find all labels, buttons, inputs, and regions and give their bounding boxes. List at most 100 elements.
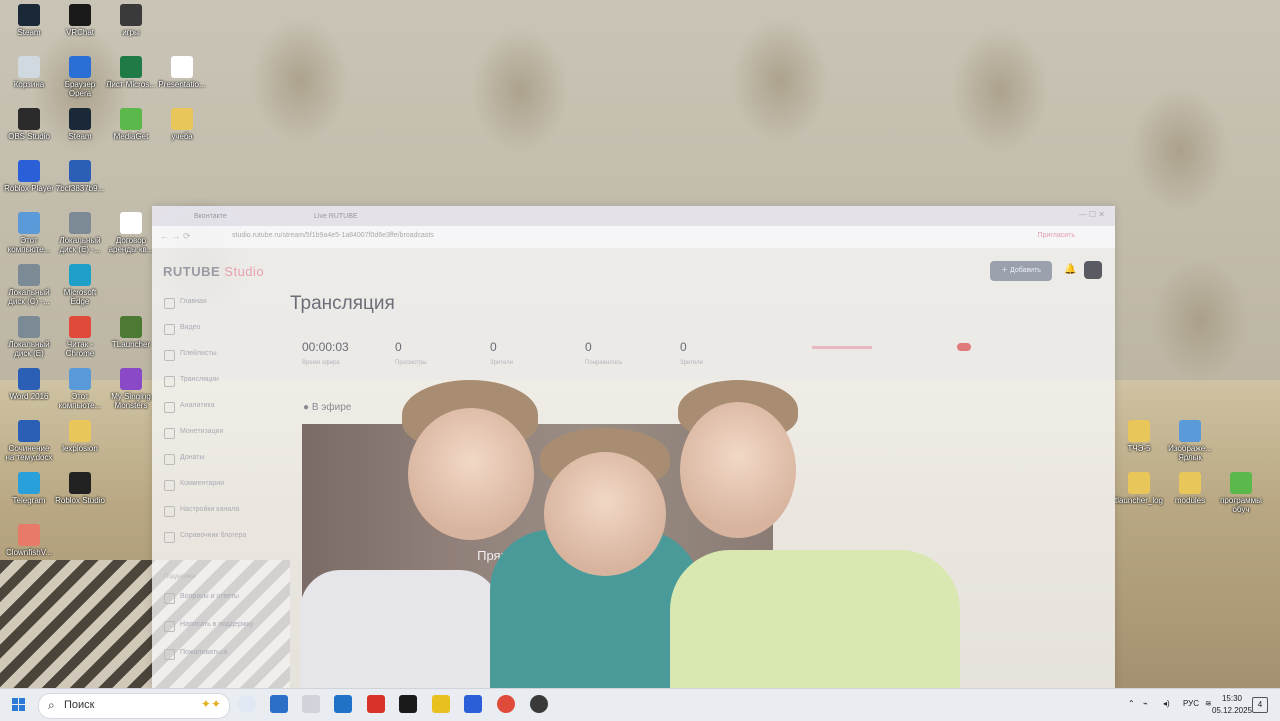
- desktop-icon[interactable]: VRChat: [55, 4, 105, 37]
- desktop-icon[interactable]: программы обуч: [1216, 472, 1266, 514]
- desktop-icon[interactable]: MediaGet: [106, 108, 156, 141]
- search-icon: ⌕: [48, 698, 55, 712]
- pause-app-icon[interactable]: [432, 695, 450, 713]
- add-button[interactable]: ＋ Добавить: [990, 261, 1052, 281]
- file-icon: [1179, 420, 1201, 442]
- url-text[interactable]: studio.rutube.ru/stream/5f1b9a4e5-1a8400…: [232, 232, 434, 239]
- desktop-icon-label: modules: [1174, 496, 1206, 505]
- chrome-taskbar-icon[interactable]: [497, 695, 515, 713]
- taskbar-search[interactable]: ⌕ Поиск ✦✦: [38, 693, 230, 719]
- desktop-icon[interactable]: Steam: [4, 4, 54, 37]
- clock-time[interactable]: 15:30: [1212, 694, 1252, 703]
- desktop-icon[interactable]: Этот компьюте...: [55, 368, 105, 410]
- profile-button[interactable]: Пригласить: [1038, 232, 1075, 239]
- tab-rutube[interactable]: Live RUTUBE: [292, 209, 358, 225]
- desktop-icon[interactable]: Steam: [55, 108, 105, 141]
- desktop-icon[interactable]: Этот компьюте...: [4, 212, 54, 254]
- desktop-icon[interactable]: Roblox Studio: [55, 472, 105, 505]
- toggle-switch[interactable]: [957, 343, 971, 351]
- notifications-badge[interactable]: 4: [1252, 697, 1268, 713]
- sidebar-item[interactable]: Плейлисты: [164, 350, 217, 361]
- desktop-icon[interactable]: Telegram: [4, 472, 54, 505]
- yandex-icon[interactable]: [367, 695, 385, 713]
- stat-label: Просмотры: [395, 360, 427, 366]
- sidebar-item[interactable]: Монетизация: [164, 428, 223, 439]
- sidebar-item[interactable]: Настройки канала: [164, 506, 239, 517]
- desktop-icon[interactable]: My Singing Monsters: [106, 368, 156, 410]
- desktop-icon[interactable]: ClownfishV...: [4, 524, 54, 557]
- taskview-icon[interactable]: [238, 695, 256, 713]
- file-explorer-icon[interactable]: [302, 695, 320, 713]
- network-icon[interactable]: ⌁: [1143, 699, 1148, 708]
- window-controls[interactable]: — ☐ ✕: [1079, 210, 1105, 219]
- desktop-icon[interactable]: modules: [1165, 472, 1215, 505]
- app-icon: [18, 160, 40, 182]
- desktop-icon[interactable]: Сочинение на тему.docx: [4, 420, 54, 462]
- desktop-icon[interactable]: Presentatio...: [157, 56, 207, 89]
- app-icon: [18, 108, 40, 130]
- terminal-icon[interactable]: [399, 695, 417, 713]
- sidebar-support-item[interactable]: Вопросы и ответы: [164, 593, 239, 604]
- desktop-icon[interactable]: Лист Micros...: [106, 56, 156, 89]
- page-title: Трансляция: [290, 293, 395, 314]
- sidebar-support-item[interactable]: Написать в поддержку: [164, 621, 253, 632]
- desktop-icon[interactable]: OBS Studio: [4, 108, 54, 141]
- desktop-icon-label: ТЧЭ-5: [1127, 444, 1151, 453]
- sidebar-item[interactable]: Донаты: [164, 454, 205, 465]
- desktop-icon-label: Presentatio...: [158, 80, 206, 89]
- sidebar-item[interactable]: Комментарии: [164, 480, 224, 491]
- desktop-icon[interactable]: 7bcf3837b9...: [55, 160, 105, 193]
- app-icon: [69, 108, 91, 130]
- stat-label: Время эфира: [302, 360, 340, 366]
- app-icon-1[interactable]: [270, 695, 288, 713]
- sidebar-support-item[interactable]: Пожаловаться: [164, 649, 227, 660]
- avatar[interactable]: [1084, 261, 1102, 279]
- desktop-icon[interactable]: Браузер Opera: [55, 56, 105, 98]
- windows-start-icon[interactable]: [12, 698, 26, 712]
- stat-value: 0: [490, 340, 497, 354]
- sidebar-item[interactable]: Трансляции: [164, 376, 219, 387]
- sidebar-item[interactable]: Главная: [164, 298, 207, 309]
- sidebar-section-title: Поддержка: [164, 574, 196, 580]
- roblox-taskbar-icon[interactable]: [464, 695, 482, 713]
- volume-icon[interactable]: ◂): [1163, 699, 1170, 708]
- desktop-icon[interactable]: ТЧЭ-5: [1114, 420, 1164, 453]
- sidebar-item[interactable]: Видео: [164, 324, 200, 335]
- desktop-icon-label: tlauncher_log: [1114, 496, 1164, 505]
- app-icon: [120, 4, 142, 26]
- sidebar-item[interactable]: Аналитика: [164, 402, 215, 413]
- obs-taskbar-icon[interactable]: [530, 695, 548, 713]
- desktop-icon[interactable]: Локальный диск (E) -...: [55, 212, 105, 254]
- desktop-icon[interactable]: Word 2016: [4, 368, 54, 401]
- desktop-icon[interactable]: Изображе... Ярлык: [1165, 420, 1215, 462]
- desktop-icon[interactable]: Договор аренды кв...: [106, 212, 156, 254]
- desktop-icon[interactable]: tlauncher_log: [1114, 472, 1164, 505]
- desktop-icon[interactable]: Microsoft Edge: [55, 264, 105, 306]
- browser-window[interactable]: Вконтакте Live RUTUBE — ☐ ✕ ← → ⟳ studio…: [152, 206, 1115, 690]
- app-icon: [120, 212, 142, 234]
- desktop-icon[interactable]: Roblox Player: [4, 160, 54, 193]
- desktop-icon-label: MediaGet: [113, 132, 149, 141]
- bell-icon[interactable]: 🔔: [1064, 264, 1076, 275]
- language-indicator[interactable]: РУС: [1183, 699, 1199, 708]
- desktop-icon[interactable]: TLauncher: [106, 316, 156, 349]
- desktop-icon[interactable]: учеба: [157, 108, 207, 141]
- desktop-icon[interactable]: Корзина: [4, 56, 54, 89]
- tray-chevron-icon[interactable]: ⌃: [1128, 699, 1135, 708]
- sidebar-item[interactable]: Справочник блогера: [164, 532, 246, 543]
- rutube-studio-logo[interactable]: RUTUBE Studio: [163, 264, 264, 279]
- desktop-icon[interactable]: lexplosion: [55, 420, 105, 453]
- logo-suffix: Studio: [224, 264, 265, 279]
- store-icon[interactable]: [334, 695, 352, 713]
- tab-vk[interactable]: Вконтакте: [172, 209, 227, 225]
- address-bar[interactable]: ← → ⟳ studio.rutube.ru/stream/5f1b9a4e5-…: [152, 226, 1115, 248]
- desktop-icon[interactable]: Читак - Chrome: [55, 316, 105, 358]
- live-preview[interactable]: Прямая трансляция: [302, 424, 773, 690]
- desktop-icon-label: Telegram: [12, 496, 46, 505]
- nav-buttons-icon[interactable]: ← → ⟳: [160, 231, 191, 242]
- desktop-icon[interactable]: Локальный диск (C) -...: [4, 264, 54, 306]
- desktop-icon[interactable]: Локальный диск (E): [4, 316, 54, 358]
- desktop-icon[interactable]: игры: [106, 4, 156, 37]
- desktop-icon-label: 7bcf3837b9...: [55, 184, 105, 193]
- app-icon: [69, 160, 91, 182]
